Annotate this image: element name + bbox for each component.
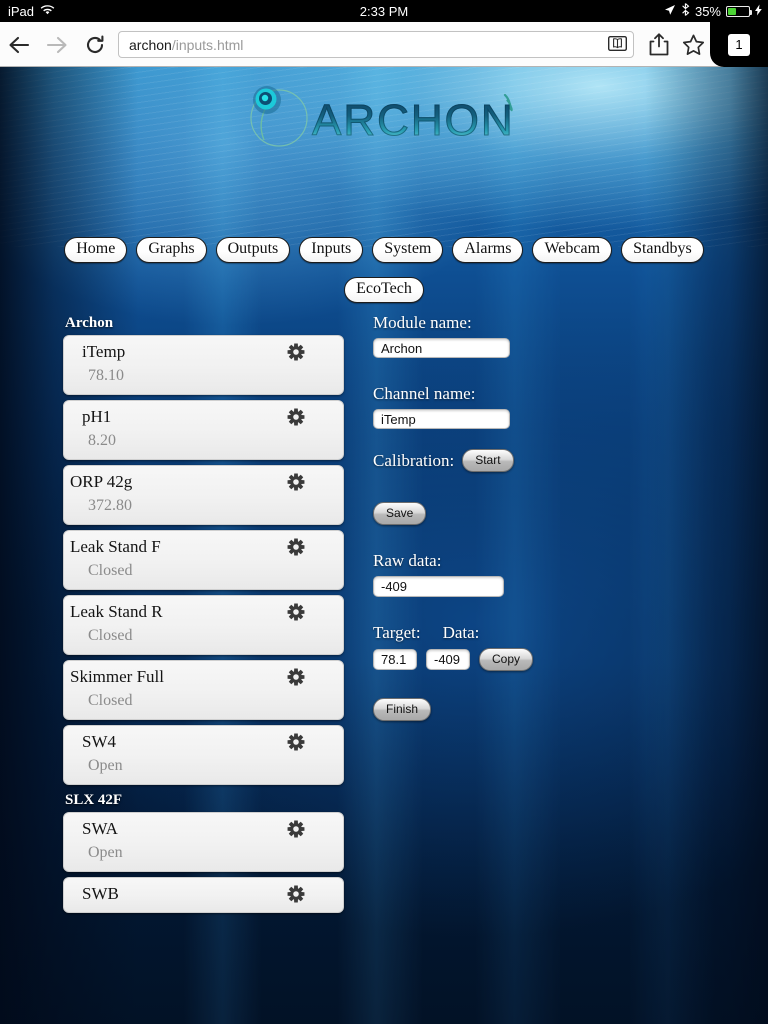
copy-button[interactable]: Copy	[479, 648, 534, 671]
url-bar[interactable]: archon/inputs.html	[118, 31, 634, 58]
channel-card[interactable]: SW4 Open	[63, 725, 344, 785]
data-label: Data:	[442, 623, 480, 642]
page-background: ARCHON Home Graphs Outputs Inputs System Alar…	[0, 67, 768, 1024]
battery-fill	[728, 7, 736, 15]
calibration-label: Calibration:	[373, 450, 455, 470]
location-arrow-icon	[664, 4, 676, 19]
channel-card[interactable]: ORP 42g 372.80	[63, 465, 344, 525]
nav-alarms[interactable]: Alarms	[452, 237, 524, 263]
channel-value-label: Open	[88, 757, 123, 774]
channel-name-label: Skimmer Full	[70, 667, 164, 686]
list-group-header: SLX 42F	[65, 792, 123, 808]
finish-button[interactable]: Finish	[373, 698, 432, 721]
channel-value-label: Closed	[88, 627, 133, 644]
nav-outputs[interactable]: Outputs	[215, 237, 291, 263]
nav-graphs[interactable]: Graphs	[136, 237, 207, 263]
channel-value-label: Closed	[88, 692, 133, 709]
gear-icon[interactable]	[287, 668, 305, 686]
browser-toolbar: archon/inputs.html 1	[0, 22, 768, 67]
channel-card[interactable]: Leak Stand F Closed	[63, 530, 344, 590]
nav-inputs[interactable]: Inputs	[299, 237, 364, 263]
channel-card[interactable]: Skimmer Full Closed	[63, 660, 344, 720]
channel-card[interactable]: SWB	[63, 877, 344, 913]
reader-view-icon[interactable]	[607, 35, 628, 54]
save-button[interactable]: Save	[373, 502, 427, 525]
gear-icon[interactable]	[287, 538, 305, 556]
reload-icon[interactable]	[76, 22, 114, 67]
channel-card[interactable]: pH1 8.20	[63, 400, 344, 460]
logo-wordmark: ARCHON	[312, 96, 515, 146]
primary-nav: Home Graphs Outputs Inputs System Alarms Webca…	[0, 237, 768, 263]
channel-value-label: 78.10	[88, 367, 124, 384]
secondary-nav: EcoTech	[0, 277, 768, 303]
url-text: archon/inputs.html	[129, 37, 608, 53]
module-name-label: Module name:	[373, 313, 472, 332]
bookmark-star-icon[interactable]	[676, 22, 710, 67]
forward-arrow-icon[interactable]	[38, 22, 76, 67]
channel-name-label: SWB	[82, 884, 119, 903]
channel-card[interactable]: SWA Open	[63, 812, 344, 872]
bluetooth-icon	[681, 3, 690, 19]
gear-icon[interactable]	[287, 408, 305, 426]
channel-card[interactable]: iTemp 78.10	[63, 335, 344, 395]
channel-card[interactable]: Leak Stand R Closed	[63, 595, 344, 655]
lightning-bolt-icon	[755, 4, 762, 19]
battery-icon	[726, 5, 752, 17]
tab-switcher-button[interactable]: 1	[710, 22, 768, 67]
channel-value-label: 8.20	[88, 432, 116, 449]
target-label: Target:	[373, 623, 421, 642]
gear-icon[interactable]	[287, 733, 305, 751]
gear-icon[interactable]	[287, 885, 305, 903]
clock-label: 2:33 PM	[359, 3, 409, 19]
tab-count-label: 1	[728, 33, 750, 56]
nav-system[interactable]: System	[372, 237, 444, 263]
channel-settings-form: Module name: Channel name: Calibration: …	[373, 313, 713, 721]
channel-value-label: Open	[88, 844, 123, 861]
channel-name-label: Leak Stand F	[70, 537, 161, 556]
battery-percent-label: 35%	[694, 3, 721, 19]
channel-name-label: pH1	[82, 407, 112, 426]
channel-name-label: Leak Stand R	[70, 602, 163, 621]
share-icon[interactable]	[642, 22, 676, 67]
site-logo: ARCHON	[0, 77, 768, 155]
channel-name-label: ORP 42g	[70, 472, 133, 491]
channel-name-input[interactable]	[373, 409, 510, 429]
channel-name-label: SW4	[82, 732, 116, 751]
gear-icon[interactable]	[287, 343, 305, 361]
nav-webcam[interactable]: Webcam	[532, 237, 613, 263]
channel-value-label: 372.80	[88, 497, 132, 514]
gear-icon[interactable]	[287, 603, 305, 621]
gear-icon[interactable]	[287, 473, 305, 491]
channel-list: Archon iTemp 78.10 pH1 8.20 ORP 42g 372.80 Leak…	[63, 313, 344, 918]
nav-standbys[interactable]: Standbys	[621, 237, 704, 263]
nav-ecotech[interactable]: EcoTech	[344, 277, 424, 303]
status-bar-right: 35%	[664, 3, 762, 19]
url-host: archon	[129, 36, 172, 53]
raw-data-input[interactable]	[373, 576, 504, 597]
raw-data-label: Raw data:	[373, 551, 442, 570]
data-input[interactable]	[426, 649, 470, 670]
channel-name-label: SWA	[82, 819, 118, 838]
start-calibration-button[interactable]: Start	[462, 449, 514, 472]
channel-name-label: Channel name:	[373, 384, 476, 403]
channel-value-label: Closed	[88, 562, 133, 579]
ios-status-bar: iPad 2:33 PM 35%	[0, 0, 768, 22]
nav-home[interactable]: Home	[64, 237, 128, 263]
channel-name-label: iTemp	[82, 342, 126, 361]
module-name-input[interactable]	[373, 338, 510, 358]
back-arrow-icon[interactable]	[0, 22, 38, 67]
target-input[interactable]	[373, 649, 417, 670]
list-group-header: Archon	[65, 315, 114, 331]
gear-icon[interactable]	[287, 820, 305, 838]
url-path: /inputs.html	[171, 36, 244, 53]
